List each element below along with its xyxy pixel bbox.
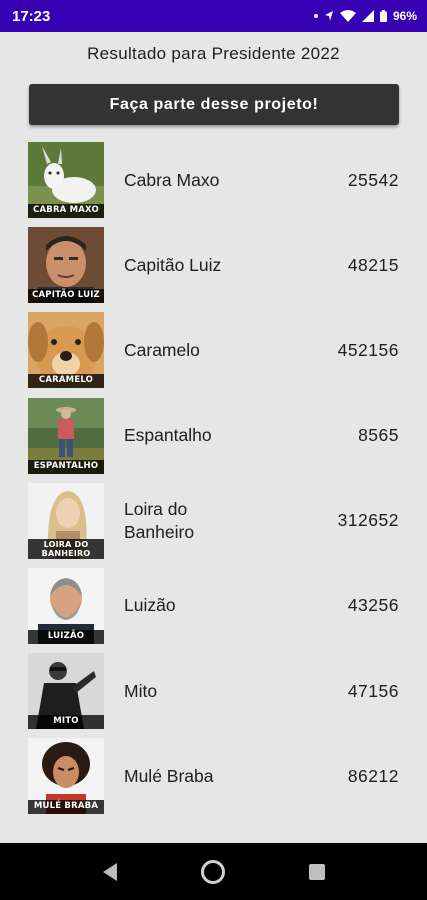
status-icons: 96% [313,9,417,23]
candidate-photo-caption: MITO [28,715,104,730]
page-title: Resultado para Presidente 2022 [87,44,340,63]
candidate-row[interactable]: CARAMELO Caramelo 452156 [0,312,427,397]
candidate-photo: ESPANTALHO [28,397,104,474]
candidate-photo: CARAMELO [28,312,104,389]
status-bar: 17:23 96% [0,0,427,32]
candidate-votes: 312652 [337,510,399,531]
candidate-row[interactable]: CAPITÃO LUIZ Capitão Luiz 48215 [0,227,427,312]
navigation-bar [0,843,427,900]
candidate-photo-caption: LUIZÃO [28,629,104,644]
candidate-photo: CABRA MAXO [28,142,104,218]
candidate-photo-caption: LOIRA DO BANHEIRO [28,538,104,559]
candidate-photo: MITO [28,653,104,730]
candidate-votes: 43256 [347,595,399,616]
back-icon[interactable] [101,862,119,882]
candidate-name: Loira do Banheiro [124,498,195,542]
location-icon [324,10,334,22]
candidate-name: Luizão [124,595,176,616]
candidate-photo: MULÉ BRABA [28,738,104,815]
status-time: 17:23 [12,7,51,25]
candidate-photo: LUIZÃO [28,567,104,644]
candidate-name: Mito [124,680,158,701]
candidate-votes: 452156 [337,339,399,360]
battery-percent: 96% [392,9,417,23]
candidate-row[interactable]: ESPANTALHO Espantalho 8565 [0,397,427,483]
candidate-photo: CAPITÃO LUIZ [28,227,104,304]
candidate-name: Caramelo [124,339,200,360]
candidate-name: Cabra Maxo [124,169,220,190]
candidate-photo-caption: CAPITÃO LUIZ [28,289,104,304]
candidate-photo-caption: ESPANTALHO [28,459,104,474]
candidate-votes: 86212 [347,765,399,786]
candidate-row[interactable]: LUIZÃO Luizão 43256 [0,567,427,653]
candidate-row[interactable]: MITO Mito 47156 [0,653,427,738]
candidate-votes: 8565 [358,425,399,446]
candidate-photo-caption: CARAMELO [28,374,104,389]
home-icon[interactable] [200,859,226,885]
signal-icon [361,10,374,22]
candidate-votes: 47156 [347,680,399,701]
notification-dot-icon [313,14,318,18]
candidate-name: Espantalho [124,425,212,446]
candidate-photo: LOIRA DO BANHEIRO [28,482,104,559]
recents-icon[interactable] [308,863,326,881]
candidate-row[interactable]: LOIRA DO BANHEIRO Loira do Banheiro 3126… [0,482,427,568]
battery-icon [379,10,387,22]
candidate-photo-caption: MULÉ BRABA [28,800,104,815]
candidate-votes: 48215 [347,254,399,275]
candidate-list: CABRA MAXO Cabra Maxo 25542 CAPITÃO LUIZ… [0,142,427,824]
candidate-row[interactable]: MULÉ BRABA Mulé Braba 86212 [0,738,427,823]
candidate-photo-caption: CABRA MAXO [28,204,104,218]
candidate-votes: 25542 [347,169,399,190]
candidate-name: Capitão Luiz [124,254,222,275]
wifi-icon [339,10,356,22]
candidate-name: Mulé Braba [124,765,214,786]
join-project-button[interactable]: Faça parte desse projeto! [29,84,399,125]
candidate-row[interactable]: CABRA MAXO Cabra Maxo 25542 [0,142,427,227]
